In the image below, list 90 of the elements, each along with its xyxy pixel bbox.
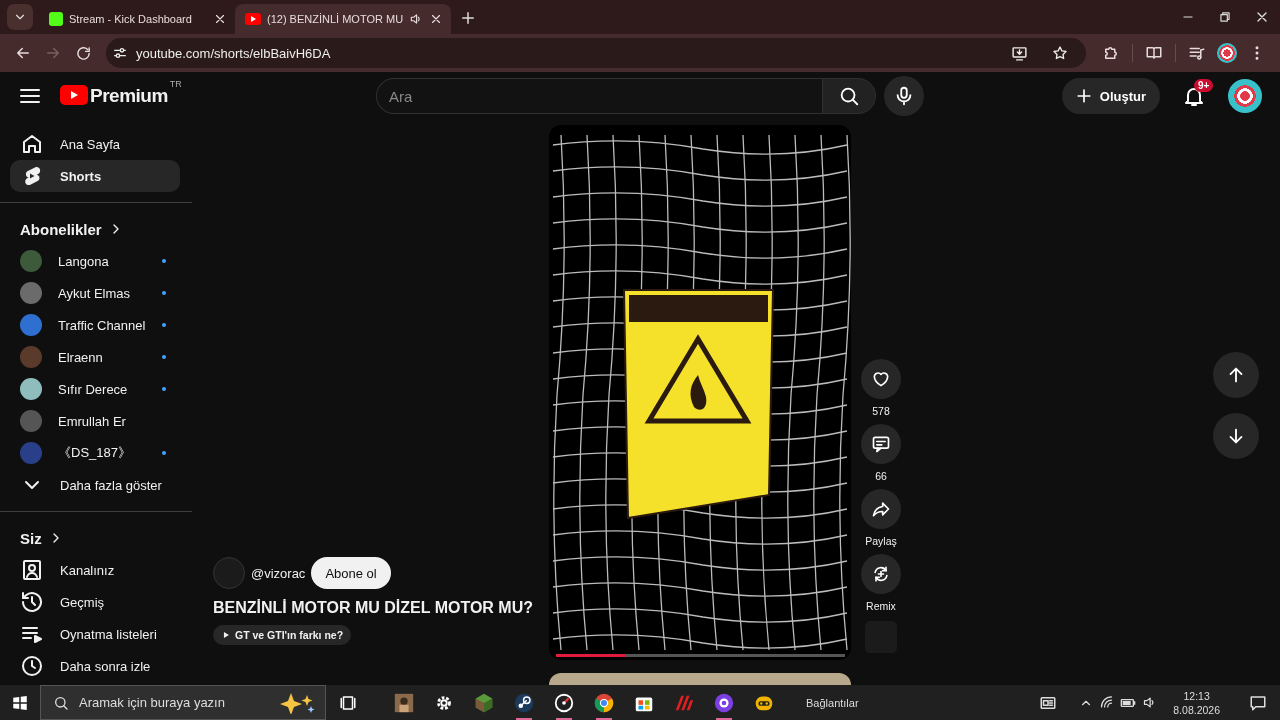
channel-avatar xyxy=(20,314,42,336)
action-label: Paylaş xyxy=(865,534,897,549)
remix-icon xyxy=(871,564,891,584)
subscription-item[interactable]: Sıfır Derece xyxy=(10,373,180,405)
sidebar-item[interactable]: Shorts xyxy=(10,160,180,192)
channel-avatar xyxy=(20,410,42,432)
play-icon xyxy=(221,630,231,640)
logo-text: Premium xyxy=(90,85,168,107)
subscription-item[interactable]: 《DS_187》 xyxy=(10,437,180,469)
sidebar-item[interactable]: Oynatma listeleri xyxy=(10,618,180,650)
channel-avatar xyxy=(20,378,42,400)
picture-app-icon[interactable] xyxy=(393,691,415,714)
browser-tab[interactable]: Stream - Kick Dashboard xyxy=(39,4,235,34)
channel-avatar xyxy=(20,250,42,272)
subscription-item[interactable]: Langona xyxy=(10,245,180,277)
tab-title: (12) BENZİNLİ MOTOR MU xyxy=(267,13,404,25)
heart-icon xyxy=(871,369,891,389)
steam-app-icon[interactable] xyxy=(513,691,535,714)
progress-track[interactable] xyxy=(556,654,845,657)
next-video-thumbnail[interactable] xyxy=(549,673,851,685)
section-title[interactable]: Abonelikler xyxy=(20,220,102,238)
reading-mode-icon[interactable] xyxy=(1145,44,1163,62)
action-label: Remix xyxy=(866,599,896,614)
url-text: youtube.com/shorts/elbBaivH6DA xyxy=(136,45,332,61)
address-bar[interactable]: youtube.com/shorts/elbBaivH6DA xyxy=(106,38,1086,68)
install-app-icon[interactable] xyxy=(1011,44,1028,62)
taskbar-clock[interactable]: 12:13 8.08.2026 xyxy=(1173,688,1220,717)
reload-icon[interactable] xyxy=(74,44,92,62)
links-label[interactable]: Bağlantılar xyxy=(806,696,859,709)
site-settings-icon[interactable] xyxy=(112,45,128,61)
search-icon xyxy=(53,694,69,711)
notification-icon[interactable] xyxy=(1249,693,1267,712)
region-label: TR xyxy=(169,79,182,89)
related-video-chip[interactable]: GT ve GTI'ın farkı ne? xyxy=(213,625,352,645)
browser-tab[interactable]: (12) BENZİNLİ MOTOR MU xyxy=(235,4,452,34)
sidebar-item[interactable]: Daha sonra izle xyxy=(10,650,180,682)
gauge-app-icon[interactable] xyxy=(553,691,575,714)
remix-button[interactable] xyxy=(861,554,901,594)
restore-icon[interactable] xyxy=(1217,10,1232,24)
subscription-item[interactable]: Traffic Channel xyxy=(10,309,180,341)
like-button[interactable] xyxy=(861,359,901,399)
previous-button[interactable] xyxy=(1213,351,1259,398)
subscription-item[interactable]: Elraenn xyxy=(10,341,180,373)
sidebar-item[interactable]: Kanalınız xyxy=(10,554,180,586)
next-button[interactable] xyxy=(1213,412,1259,459)
comment-icon xyxy=(871,434,891,454)
windows-logo-icon[interactable] xyxy=(11,693,29,712)
history-icon xyxy=(20,590,44,614)
share-arrow-icon xyxy=(871,499,891,519)
search-button[interactable] xyxy=(822,78,876,114)
create-button[interactable]: Oluştur xyxy=(1061,78,1160,114)
close-icon[interactable] xyxy=(213,12,227,26)
subscription-item[interactable]: Emrullah Er xyxy=(10,405,180,437)
action-label: 66 xyxy=(875,469,887,484)
play-logo-icon[interactable] xyxy=(60,85,88,105)
play-favicon-icon xyxy=(245,13,261,25)
channel-handle[interactable]: @vizorac xyxy=(251,565,306,581)
subscribe-button[interactable]: Abone ol xyxy=(311,557,391,589)
tab-title: Stream - Kick Dashboard xyxy=(69,13,193,25)
notification-badge: 9+ xyxy=(1194,79,1214,92)
browser-app-icon[interactable] xyxy=(593,691,615,714)
channel-avatar xyxy=(20,282,42,304)
sidebar-item[interactable]: Ana Sayfa xyxy=(10,128,180,160)
taskbar-search-field[interactable]: Aramak için buraya yazın xyxy=(40,685,326,720)
tab-search-button[interactable] xyxy=(7,4,33,30)
search-field[interactable]: Ara xyxy=(376,78,822,114)
channel-avatar xyxy=(20,346,42,368)
clock-icon xyxy=(20,654,44,678)
comment-button[interactable] xyxy=(861,424,901,464)
share-button[interactable] xyxy=(861,489,901,529)
chat-app-icon[interactable] xyxy=(713,691,735,714)
star-icon[interactable] xyxy=(1052,45,1068,61)
search-icon xyxy=(838,85,860,107)
show-more-item[interactable]: Daha fazla göster xyxy=(10,469,180,501)
channel-avatar xyxy=(20,442,42,464)
person-icon xyxy=(20,558,44,582)
cube-app-icon[interactable] xyxy=(473,691,495,714)
voice-search-button[interactable] xyxy=(884,76,924,116)
home-icon xyxy=(20,132,44,156)
kick-favicon-icon xyxy=(49,12,63,26)
profile-avatar[interactable] xyxy=(1217,43,1237,63)
wifi-icon[interactable] xyxy=(1099,695,1115,710)
subscription-item[interactable]: Aykut Elmas xyxy=(10,277,180,309)
short-title: BENZİNLİ MOTOR MU DİZEL MOTOR MU? xyxy=(213,599,534,617)
account-avatar[interactable] xyxy=(1228,79,1262,113)
section-title[interactable]: Siz xyxy=(20,529,42,547)
task-view-icon[interactable] xyxy=(339,693,357,712)
sidebar-item[interactable]: Geçmiş xyxy=(10,586,180,618)
puzzle-icon[interactable] xyxy=(1102,44,1120,62)
action-label: 578 xyxy=(872,404,890,419)
